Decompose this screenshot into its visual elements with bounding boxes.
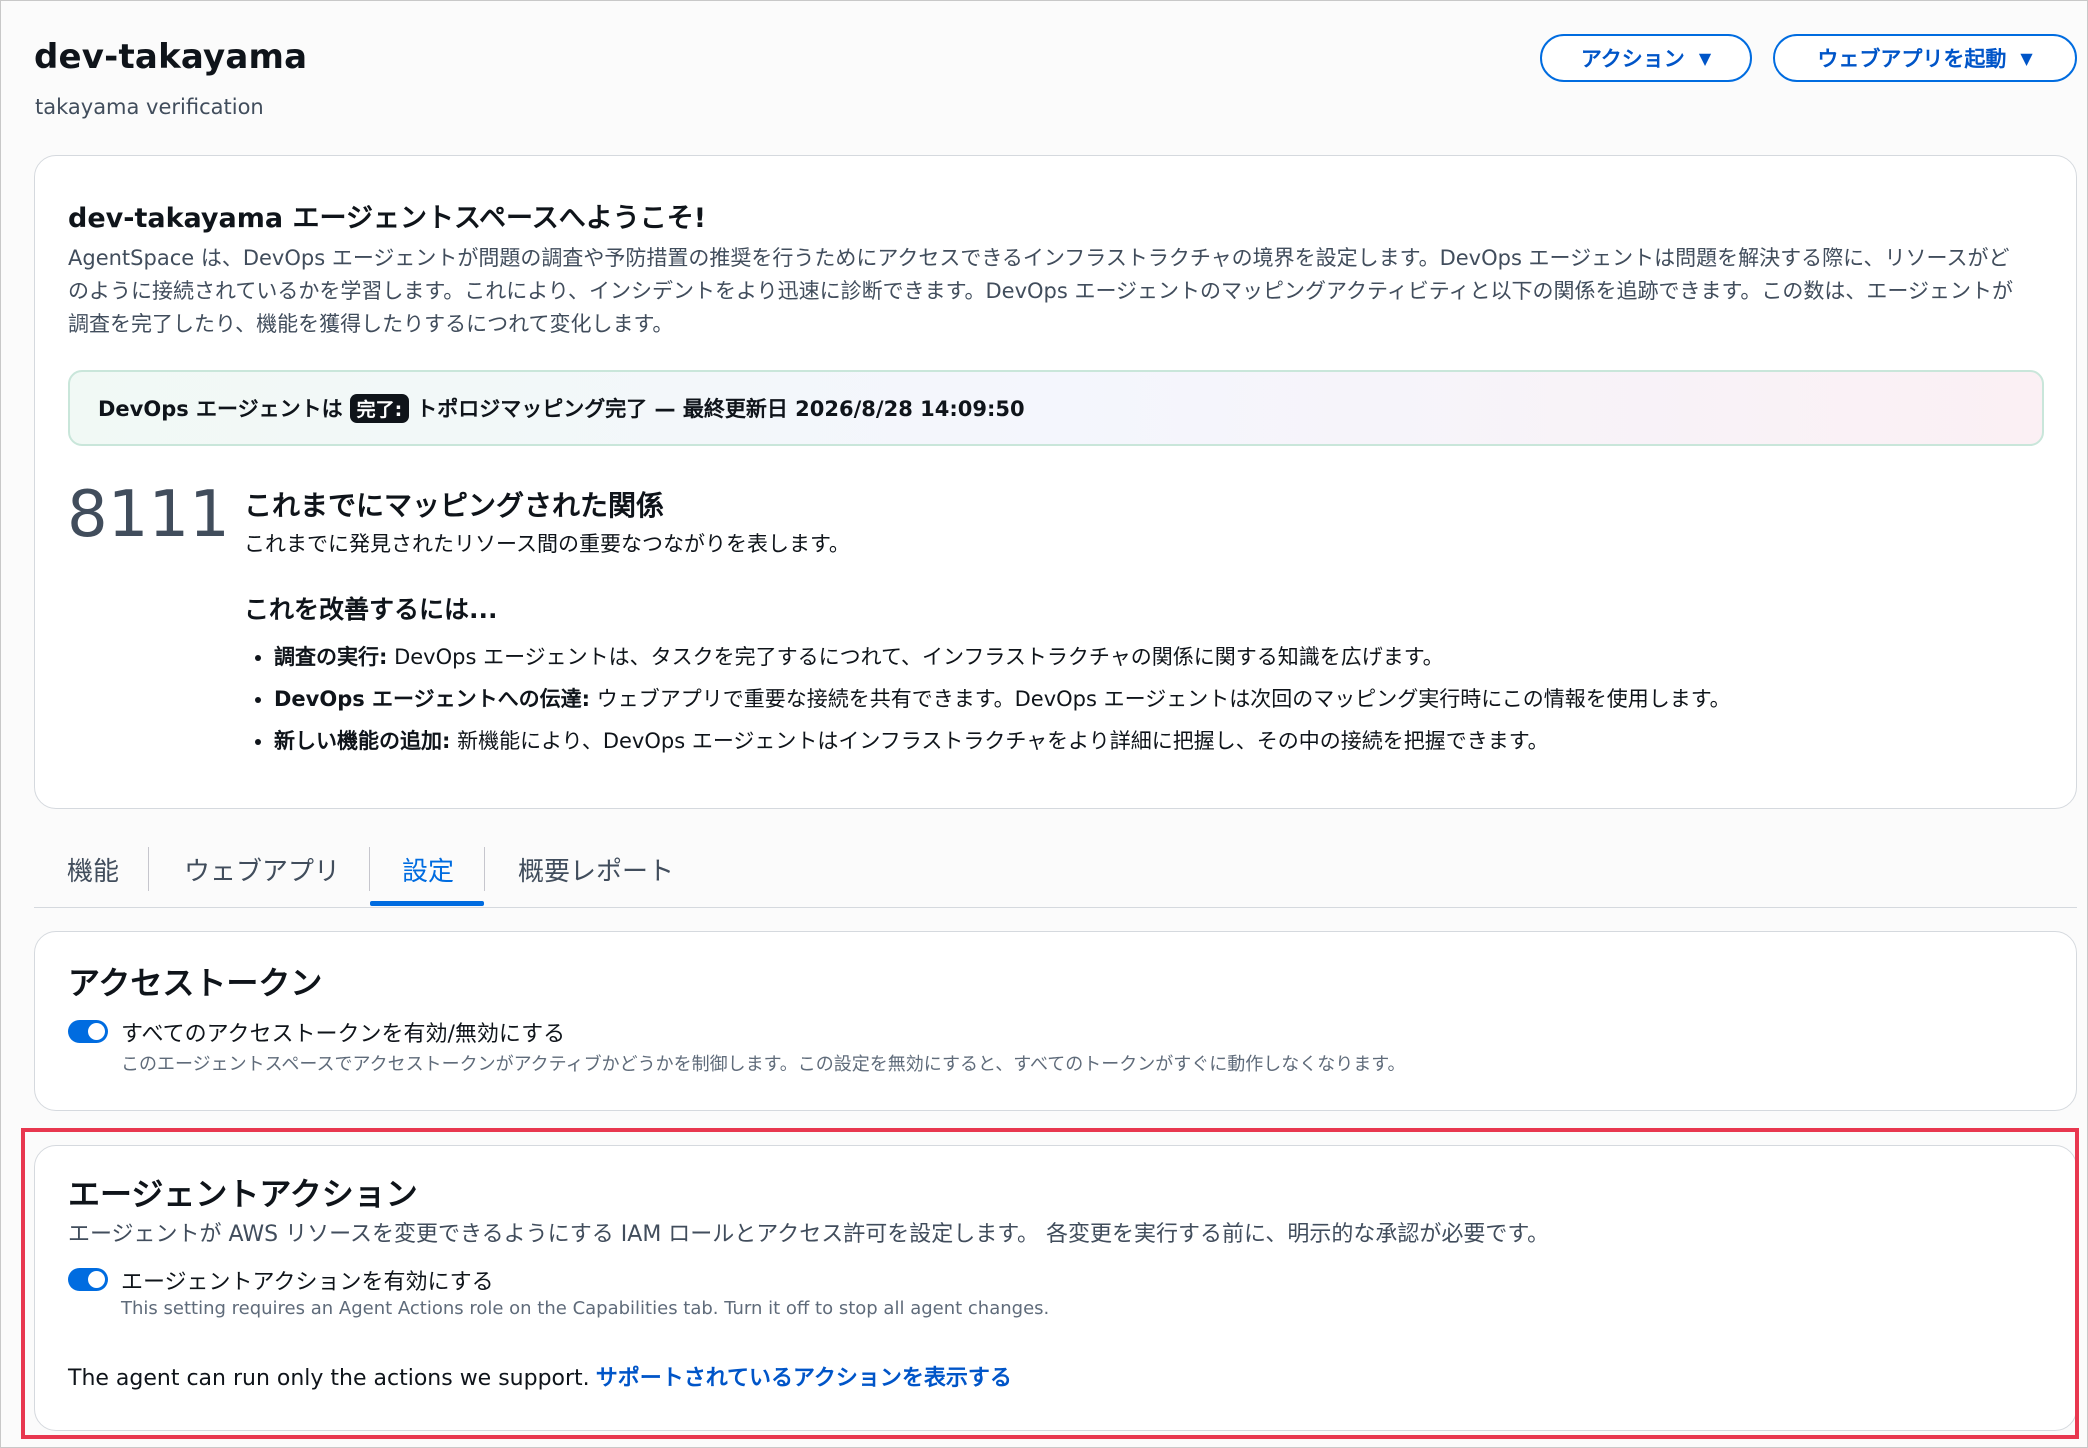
tab-summary-report[interactable]: 概要レポート <box>518 851 674 888</box>
access-token-toggle-label: すべてのアクセストークンを有効/無効にする <box>121 1022 566 1047</box>
list-item-label: DevOps エージェントへの伝達: <box>274 687 591 711</box>
welcome-title: dev-takayama エージェントスペースへようこそ! <box>68 203 707 234</box>
page-subtitle: takayama verification <box>35 95 264 119</box>
tab-webapp[interactable]: ウェブアプリ <box>184 851 340 888</box>
status-prefix: DevOps エージェントは <box>98 397 343 421</box>
access-token-toggle[interactable] <box>68 1020 108 1043</box>
tab-divider <box>148 847 149 891</box>
actions-button-label: アクション <box>1580 47 1685 71</box>
launch-webapp-button[interactable]: ウェブアプリを起動 ▼ <box>1773 34 2077 82</box>
tab-settings[interactable]: 設定 <box>402 851 454 888</box>
access-token-card: アクセストークン すべてのアクセストークンを有効/無効にする このエージェントス… <box>34 931 2077 1111</box>
launch-button-label: ウェブアプリを起動 <box>1817 47 2007 71</box>
list-item-text: ウェブアプリで重要な接続を共有できます。DevOps エージェントは次回のマッピ… <box>596 687 1731 711</box>
caret-down-icon: ▼ <box>2020 48 2033 68</box>
improve-list: 調査の実行: DevOps エージェントは、タスクを完了するにつれて、インフラス… <box>244 636 1731 762</box>
welcome-description: AgentSpace は、DevOps エージェントが問題の調査や予防措置の推奨… <box>68 246 2013 336</box>
topology-status-banner: DevOps エージェントは 完了: トポロジマッピング完了 — 最終更新日 2… <box>68 370 2044 446</box>
tab-capabilities[interactable]: 機能 <box>67 851 119 888</box>
list-item-text: DevOps エージェントは、タスクを完了するにつれて、インフラストラクチャの関… <box>394 645 1444 669</box>
actions-dropdown-button[interactable]: アクション ▼ <box>1540 34 1752 82</box>
list-item-label: 調査の実行: <box>274 645 388 669</box>
page-title: dev-takayama <box>34 37 308 77</box>
relationships-count: 8111 <box>67 478 230 552</box>
list-item-text: 新機能により、DevOps エージェントはインフラストラクチャをより詳細に把握し… <box>457 729 1549 753</box>
improve-title: これを改善するには... <box>244 595 498 624</box>
tab-divider <box>369 847 370 891</box>
status-text: トポロジマッピング完了 — 最終更新日 2026/8/28 14:09:50 <box>416 397 1025 421</box>
welcome-card: dev-takayama エージェントスペースへようこそ! AgentSpace… <box>34 155 2077 809</box>
highlight-annotation-box <box>21 1128 2079 1439</box>
list-item: 新しい機能の追加: 新機能により、DevOps エージェントはインフラストラクチ… <box>274 720 1731 762</box>
metric-description: これまでに発見されたリソース間の重要なつながりを表します。 <box>244 532 850 556</box>
list-item-label: 新しい機能の追加: <box>274 729 451 753</box>
caret-down-icon: ▼ <box>1698 48 1712 68</box>
access-token-toggle-description: このエージェントスペースでアクセストークンがアクティブかどうかを制御します。この… <box>121 1054 1406 1075</box>
tab-divider <box>484 847 485 891</box>
status-badge: 完了: <box>349 393 410 423</box>
metric-title: これまでにマッピングされた関係 <box>244 489 665 522</box>
access-token-title: アクセストークン <box>68 964 323 1002</box>
tab-bar: 機能 ウェブアプリ 設定 概要レポート <box>34 839 2077 908</box>
active-tab-indicator <box>370 901 484 906</box>
app-frame: dev-takayama takayama verification アクション… <box>0 0 2088 1448</box>
list-item: DevOps エージェントへの伝達: ウェブアプリで重要な接続を共有できます。D… <box>274 678 1731 720</box>
list-item: 調査の実行: DevOps エージェントは、タスクを完了するにつれて、インフラス… <box>274 636 1731 678</box>
